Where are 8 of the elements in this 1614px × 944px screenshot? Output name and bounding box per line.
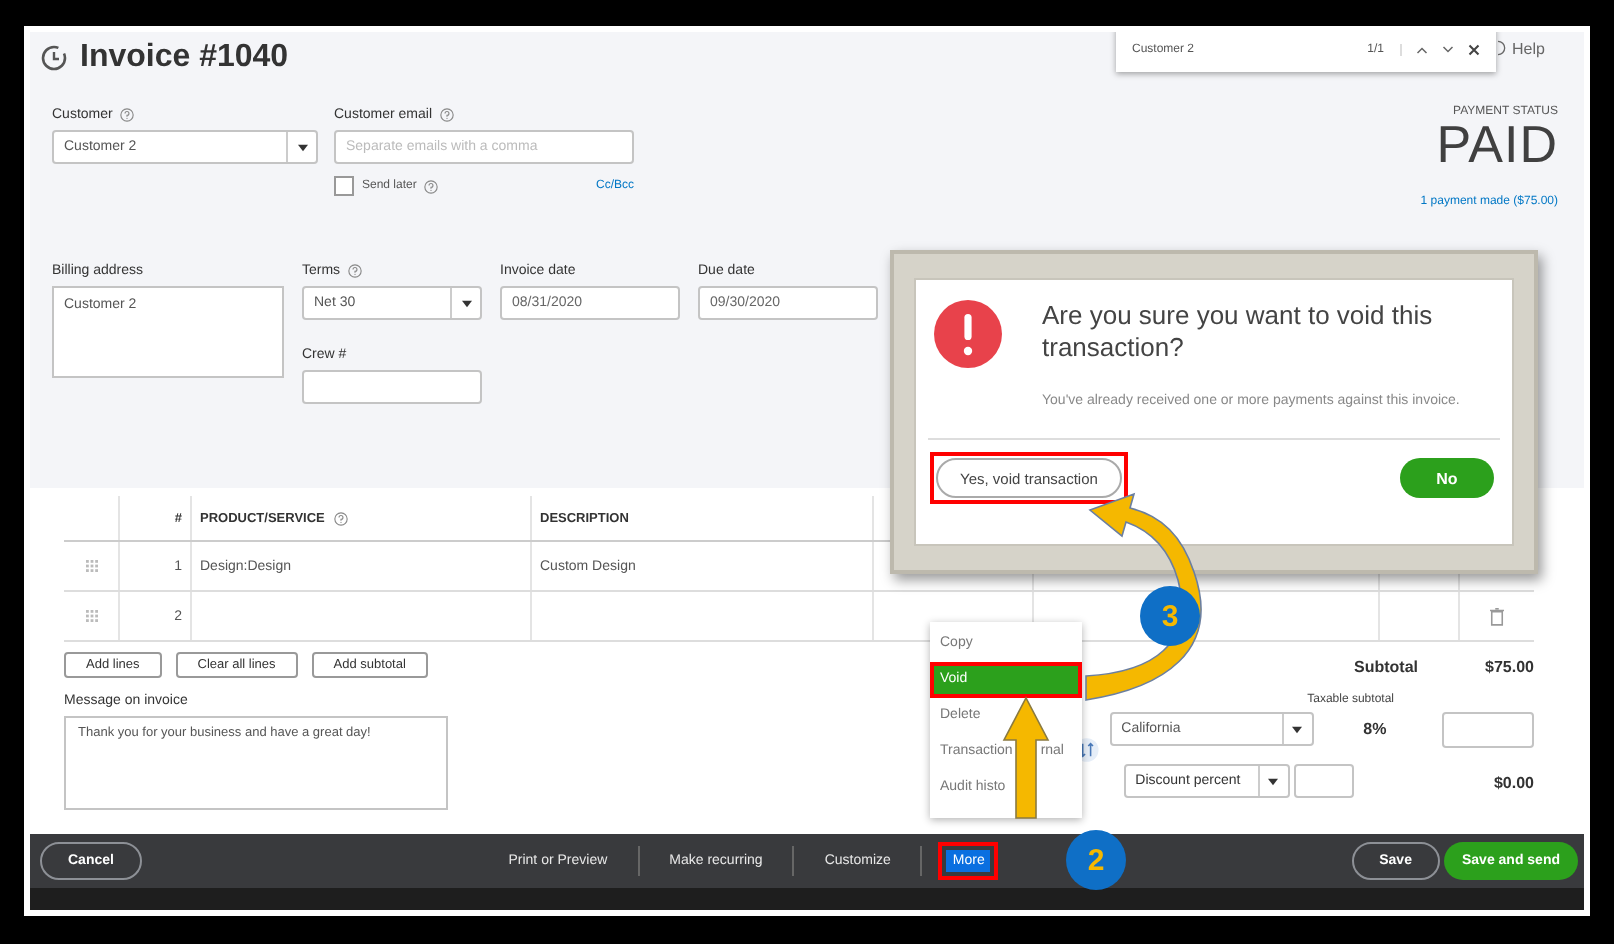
subtotal-label: Subtotal: [1354, 658, 1418, 676]
discount-amount: $0.00: [1491, 774, 1534, 792]
window-title: Invoice #1040: [80, 40, 289, 76]
subtotal-amount: $75.00: [1483, 658, 1534, 676]
tax-rate-value: 8%: [1363, 720, 1389, 738]
dialog-title: Are you sure you want to void this transaction?: [1042, 300, 1435, 364]
payment-status: PAID: [1436, 118, 1558, 170]
help-link[interactable]: Help: [1512, 39, 1545, 57]
